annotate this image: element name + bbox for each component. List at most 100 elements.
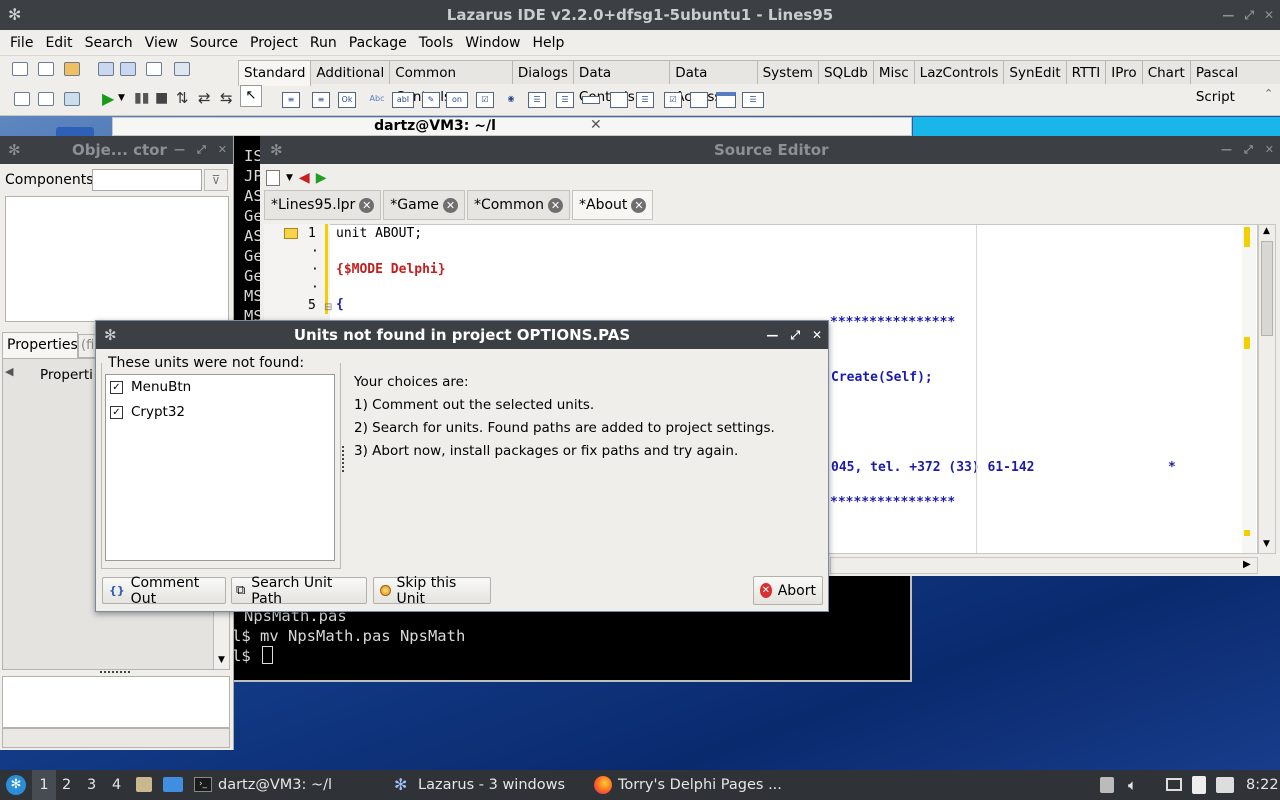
desktop-icon[interactable] <box>163 777 183 792</box>
lazarus-task-icon[interactable]: ✻ <box>394 770 407 800</box>
workspace-2[interactable]: 2 <box>62 770 71 800</box>
tab-chart[interactable]: Chart <box>1141 60 1191 84</box>
tcheckgroup-icon[interactable]: ☑ <box>664 92 682 108</box>
save-icon[interactable] <box>98 62 114 76</box>
tcombobox-icon[interactable]: ☰ <box>556 92 574 108</box>
source-editor-titlebar[interactable]: ✻ Source Editor — ⤢ ✕ <box>260 136 1280 164</box>
source-menu-icon[interactable] <box>266 170 280 186</box>
tlistbox-icon[interactable]: ☰ <box>528 92 546 108</box>
network-icon[interactable] <box>1216 777 1234 793</box>
tab-dialogs[interactable]: Dialogs <box>511 60 574 84</box>
tab-standard[interactable]: Standard <box>238 60 312 86</box>
components-filter-input[interactable] <box>92 169 202 191</box>
tab-game[interactable]: *Game ✕ <box>383 190 465 220</box>
new-form-icon[interactable] <box>38 62 54 76</box>
missing-units-list[interactable]: ✓ MenuBtn ✓ Crypt32 <box>105 374 335 561</box>
scroll-down-icon[interactable]: ▼ <box>218 655 225 665</box>
close-icon[interactable]: ✕ <box>1265 136 1274 164</box>
menu-edit[interactable]: Edit <box>39 35 78 51</box>
step-out-icon[interactable]: ⇆ <box>220 89 233 107</box>
scrollbar-thumb[interactable] <box>1261 241 1273 336</box>
maximize-icon[interactable]: ⤢ <box>197 136 206 164</box>
clock[interactable]: 8:22 <box>1246 770 1279 800</box>
tframe-icon[interactable] <box>716 92 736 108</box>
stop-icon[interactable]: ■ <box>155 90 168 106</box>
menu-project[interactable]: Project <box>244 35 304 51</box>
unit-item-crypt32[interactable]: ✓ Crypt32 <box>110 404 185 420</box>
tab-misc[interactable]: Misc <box>872 60 915 84</box>
tab-common-controls[interactable]: Common Controls <box>389 60 513 105</box>
close-icon[interactable]: ✕ <box>1264 0 1274 30</box>
clipboard-icon[interactable] <box>1192 776 1206 794</box>
tab-pascal-script[interactable]: Pascal Script <box>1189 60 1280 105</box>
close-tab-icon[interactable]: ✕ <box>442 197 458 213</box>
close-tab-icon[interactable]: ✕ <box>359 197 375 213</box>
pause-icon[interactable]: ▮▮ <box>134 90 149 106</box>
tab-data-access[interactable]: Data Access <box>669 60 758 105</box>
task-lazarus[interactable]: Lazarus - 3 windows <box>418 770 565 800</box>
workspace-1[interactable]: 1 <box>32 770 56 800</box>
menu-view[interactable]: View <box>139 35 184 51</box>
checkbox-checked-icon[interactable]: ✓ <box>110 405 123 419</box>
workspace-3[interactable]: 3 <box>87 770 96 800</box>
menu-search[interactable]: Search <box>79 35 139 51</box>
close-tab-icon[interactable]: ✕ <box>548 197 564 213</box>
ttogglebox-icon[interactable]: on <box>446 92 468 108</box>
tpopupmenu-icon[interactable]: ≡ <box>312 92 330 108</box>
fold-icon[interactable]: ⊟ <box>324 302 332 313</box>
tab-sqldb[interactable]: SQLdb <box>817 60 874 84</box>
tab-synedit[interactable]: SynEdit <box>1003 60 1067 84</box>
skip-unit-button[interactable]: Skip this Unit <box>373 575 491 607</box>
properties-scrollbar[interactable]: ▼ <box>213 609 229 669</box>
tab-common[interactable]: *Common ✕ <box>466 190 571 220</box>
tedit-icon[interactable]: abI <box>392 92 414 108</box>
selection-pointer-icon[interactable]: ↖ <box>240 85 262 107</box>
firefox-icon[interactable] <box>594 776 612 794</box>
minimize-icon[interactable]: — <box>174 136 185 164</box>
abort-button[interactable]: ✕ Abort <box>753 576 823 605</box>
tab-system[interactable]: System <box>756 60 819 84</box>
object-inspector-titlebar[interactable]: ✻ Obje... ctor — ⤢ ✕ <box>0 136 233 164</box>
tscrollbar-icon[interactable] <box>582 96 600 104</box>
task-browser[interactable]: Torry's Delphi Pages ... <box>618 770 782 800</box>
tab-rtti[interactable]: RTTI <box>1065 60 1107 84</box>
minimize-icon[interactable]: — <box>1222 0 1234 30</box>
step-into-icon[interactable]: ⇅ <box>176 89 189 107</box>
scroll-left-icon[interactable]: ◀ <box>5 365 13 378</box>
component-tree[interactable] <box>5 196 229 322</box>
maximize-icon[interactable]: ⤢ <box>1244 0 1254 30</box>
build-modes-icon[interactable] <box>64 92 80 106</box>
jump-forward-icon[interactable]: ▶ <box>316 170 327 186</box>
file-manager-icon[interactable] <box>136 777 152 792</box>
properties-tab[interactable]: Properties <box>2 332 78 358</box>
menu-window[interactable]: Window <box>459 35 526 51</box>
tab-additional[interactable]: Additional <box>310 60 391 84</box>
tradiobutton-icon[interactable]: ◉ <box>502 92 520 108</box>
open-icon[interactable] <box>64 62 80 76</box>
checkbox-checked-icon[interactable]: ✓ <box>110 380 123 394</box>
tmainmenu-icon[interactable]: ≡ <box>282 92 300 108</box>
maximize-icon[interactable]: ⤢ <box>1244 136 1253 164</box>
terminal-close-icon[interactable]: ✕ <box>590 117 602 133</box>
tcheckbox-icon[interactable]: ☑ <box>476 92 494 108</box>
tradiogroup-icon[interactable]: ☰ <box>636 92 654 108</box>
new-unit-icon[interactable] <box>12 62 28 76</box>
menu-package[interactable]: Package <box>343 35 413 51</box>
main-titlebar[interactable]: ✻ Lazarus IDE v2.2.0+dfsg1-5ubuntu1 - Li… <box>0 0 1280 30</box>
tab-lines95-lpr[interactable]: *Lines95.lpr ✕ <box>264 190 382 220</box>
tlabel-icon[interactable]: Abc <box>366 92 388 108</box>
menu-run[interactable]: Run <box>304 35 343 51</box>
task-terminal[interactable]: dartz@VM3: ~/l <box>218 770 332 800</box>
filter-clear-icon[interactable]: ⊽ <box>204 169 228 191</box>
dropdown-icon[interactable]: ▼ <box>286 173 293 183</box>
menu-source[interactable]: Source <box>184 35 244 51</box>
tbutton-icon[interactable]: Ok <box>338 92 356 108</box>
jump-back-icon[interactable]: ◀ <box>299 170 310 186</box>
menu-help[interactable]: Help <box>527 35 571 51</box>
unit-item-menubtn[interactable]: ✓ MenuBtn <box>110 379 191 395</box>
splitter-handle[interactable] <box>342 446 345 472</box>
run-dropdown-icon[interactable]: ▼ <box>118 93 125 103</box>
tactionlist-icon[interactable]: ☰ <box>742 92 764 108</box>
menu-file[interactable]: File <box>4 35 39 51</box>
workspace-4[interactable]: 4 <box>112 770 121 800</box>
